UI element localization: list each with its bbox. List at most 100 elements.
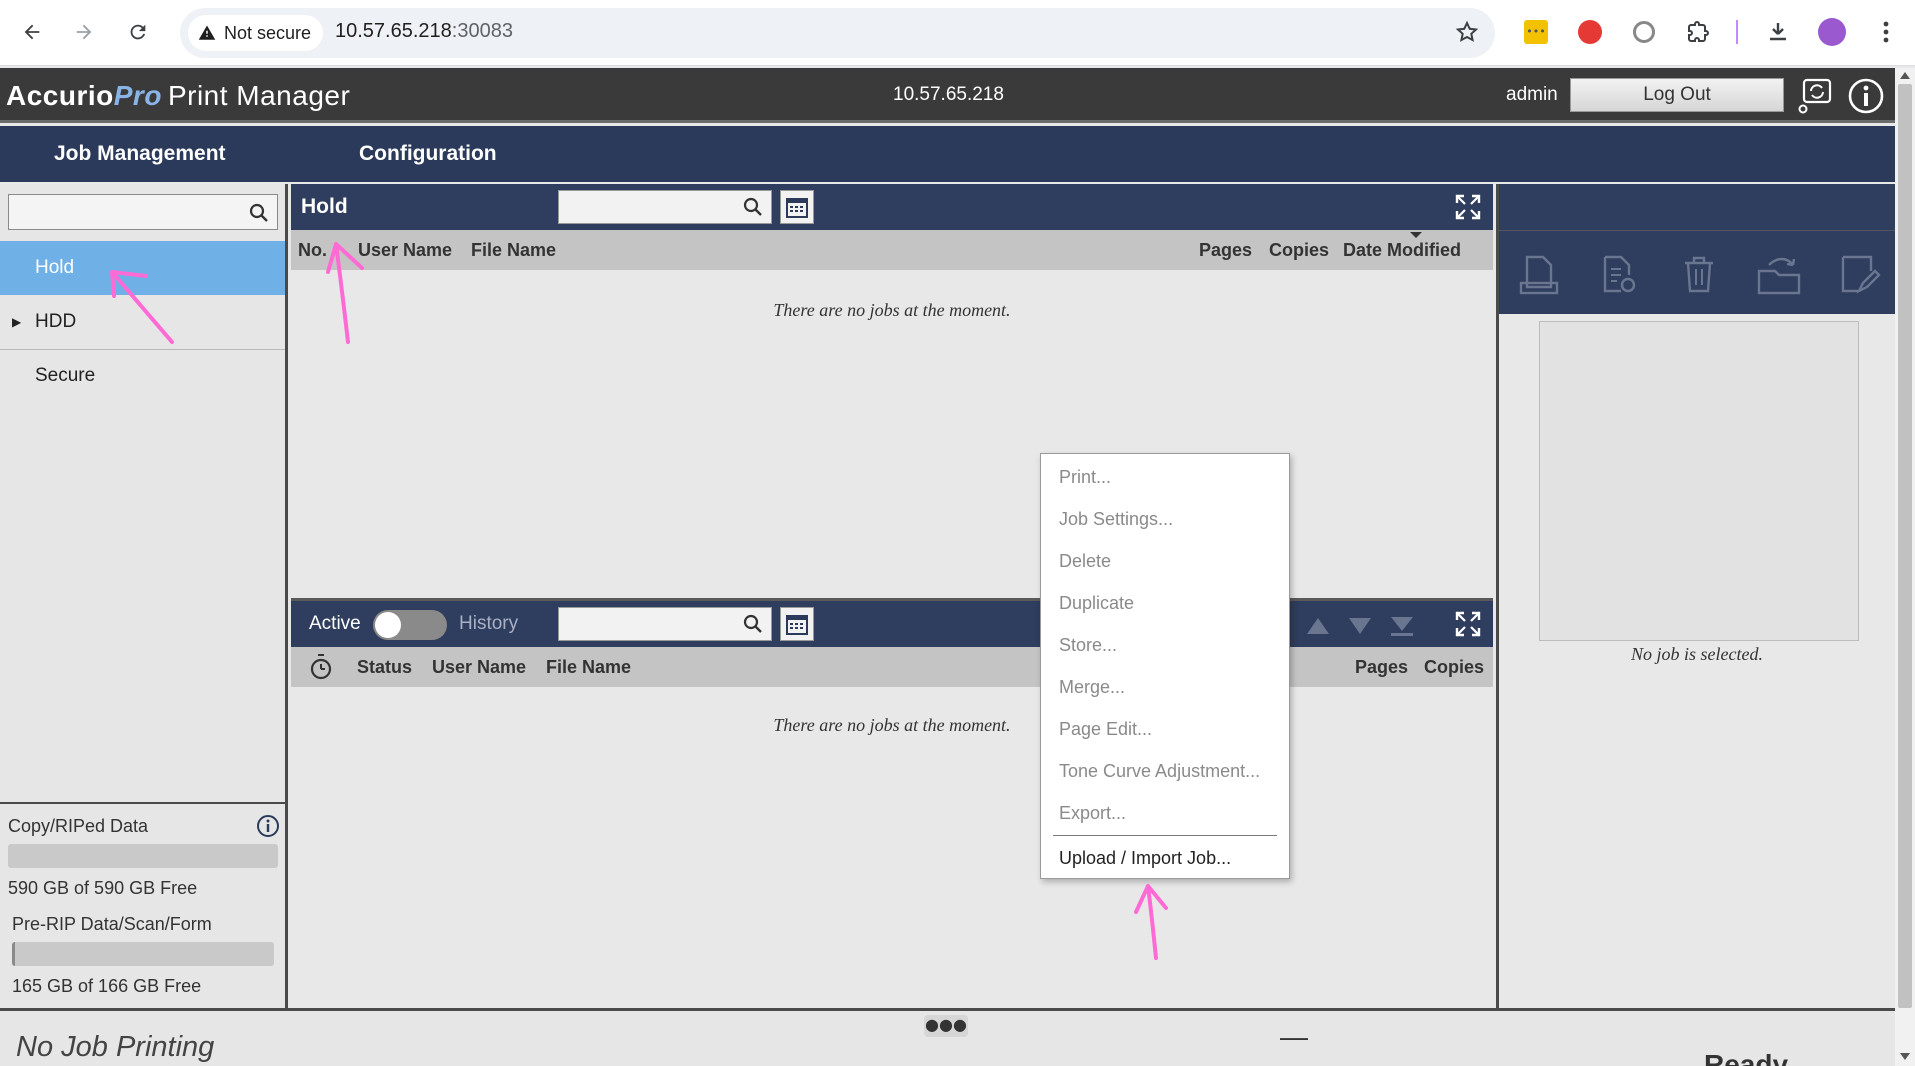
nav-configuration[interactable]: Configuration: [359, 142, 497, 166]
search-icon[interactable]: [743, 614, 763, 638]
col-copies[interactable]: Copies: [1424, 657, 1484, 678]
download-icon[interactable]: [1762, 16, 1794, 48]
menu-item-duplicate[interactable]: Duplicate: [1059, 593, 1134, 614]
active-column-header: Status User Name File Name Pages Copies: [291, 647, 1493, 687]
search-icon[interactable]: [743, 197, 763, 221]
active-search-input[interactable]: [558, 607, 772, 641]
col-file-name[interactable]: File Name: [546, 657, 631, 678]
job-toolbar: [1499, 230, 1895, 314]
menu-item-tone-curve[interactable]: Tone Curve Adjustment...: [1059, 761, 1260, 782]
col-no[interactable]: No.: [298, 240, 327, 261]
menu-item-delete[interactable]: Delete: [1059, 551, 1111, 572]
expand-arrow-icon[interactable]: ▶: [12, 315, 21, 329]
calendar-icon[interactable]: [780, 190, 814, 224]
address-bar[interactable]: Not secure 10.57.65.218:30083: [180, 8, 1495, 58]
main-nav: Job Management Configuration: [0, 126, 1895, 182]
extension-tomato-icon[interactable]: [1574, 16, 1606, 48]
storage-panel: Copy/RIPed Data 590 GB of 590 GB Free Pr…: [0, 802, 285, 1008]
sidebar-item-secure[interactable]: Secure: [0, 349, 285, 403]
move-down-icon[interactable]: [1345, 613, 1375, 639]
menu-item-page-edit[interactable]: Page Edit...: [1059, 719, 1152, 740]
hold-search-input[interactable]: [558, 190, 772, 224]
active-label: Active: [309, 613, 361, 634]
menu-separator: [1053, 835, 1277, 836]
job-settings-icon[interactable]: [1595, 251, 1643, 299]
storage-label-copy: Copy/RIPed Data: [8, 816, 149, 836]
col-copies[interactable]: Copies: [1269, 240, 1329, 261]
calendar-icon[interactable]: [780, 607, 814, 641]
browser-menu-icon[interactable]: [1870, 16, 1902, 48]
scroll-up-icon[interactable]: [1900, 72, 1910, 79]
context-menu: Print... Job Settings... Delete Duplicat…: [1040, 453, 1290, 879]
document-icon[interactable]: [1515, 251, 1563, 299]
menu-item-print[interactable]: Print...: [1059, 467, 1111, 488]
move-up-icon[interactable]: [1303, 613, 1333, 639]
scroll-down-icon[interactable]: [1900, 1053, 1910, 1060]
col-file-name[interactable]: File Name: [471, 240, 556, 261]
reload-icon[interactable]: [120, 14, 156, 50]
hold-panel-header: Hold: [291, 184, 1493, 230]
maximize-icon[interactable]: [1451, 607, 1485, 641]
logout-button[interactable]: Log Out: [1570, 78, 1784, 112]
forward-icon[interactable]: [66, 14, 102, 50]
sidebar-search-input[interactable]: [8, 194, 278, 230]
col-user-name[interactable]: User Name: [432, 657, 526, 678]
history-label: History: [459, 613, 519, 634]
back-icon[interactable]: [14, 14, 50, 50]
edit-document-icon[interactable]: [1835, 251, 1883, 299]
col-pages[interactable]: Pages: [1199, 240, 1252, 261]
menu-item-job-settings[interactable]: Job Settings...: [1059, 509, 1173, 530]
move-bottom-icon[interactable]: [1387, 613, 1417, 639]
app-header: AccurioPro Print Manager 10.57.65.218 adm…: [0, 68, 1895, 123]
bookmark-star-icon[interactable]: [1455, 20, 1479, 48]
col-status[interactable]: Status: [357, 657, 412, 678]
panel-title: Hold: [301, 195, 348, 218]
right-panel-header: [1499, 184, 1895, 230]
maximize-icon[interactable]: [1451, 190, 1485, 224]
empty-message: There are no jobs at the moment.: [773, 300, 1011, 320]
scrollbar-thumb[interactable]: [1898, 84, 1912, 1008]
col-pages[interactable]: Pages: [1355, 657, 1408, 678]
menu-item-store[interactable]: Store...: [1059, 635, 1117, 656]
col-user-name[interactable]: User Name: [358, 240, 452, 261]
menu-item-export[interactable]: Export...: [1059, 803, 1126, 824]
trash-icon[interactable]: [1675, 251, 1723, 299]
extension-grammar-icon[interactable]: [1628, 16, 1660, 48]
storage-bar-prerip: [12, 942, 274, 966]
right-panel: No job is selected.: [1496, 184, 1895, 1008]
hold-column-header: No. User Name File Name Pages Copies Dat…: [291, 230, 1493, 270]
app-logo: AccurioPro Print Manager: [6, 80, 351, 111]
page-scrollbar[interactable]: [1895, 68, 1915, 1066]
sort-desc-icon: [1410, 232, 1422, 238]
security-chip[interactable]: Not secure: [188, 15, 324, 51]
menu-item-merge[interactable]: Merge...: [1059, 677, 1125, 698]
hold-panel: Hold No. User Name File Name Pages Copie…: [291, 184, 1493, 596]
toolbar-divider: [1736, 20, 1738, 44]
active-history-toggle[interactable]: [373, 610, 447, 640]
info-icon[interactable]: [256, 814, 280, 842]
extensions-puzzle-icon[interactable]: [1682, 16, 1714, 48]
profile-avatar[interactable]: [1816, 16, 1848, 48]
timer-icon[interactable]: [309, 653, 333, 685]
move-folder-icon[interactable]: [1755, 251, 1803, 299]
left-sidebar: Hold ▶ HDD Secure Copy/RIPed Data 590 GB…: [0, 184, 288, 1008]
nav-job-management[interactable]: Job Management: [54, 142, 226, 166]
resize-handle[interactable]: ●●●: [924, 1015, 968, 1037]
search-icon[interactable]: [249, 203, 269, 227]
empty-message: There are no jobs at the moment.: [773, 715, 1011, 735]
no-job-message: No job is selected.: [1631, 644, 1763, 664]
sidebar-item-hold[interactable]: Hold: [0, 241, 285, 295]
info-icon[interactable]: [1846, 76, 1886, 116]
status-dash: —: [1280, 1021, 1308, 1052]
menu-item-upload-import[interactable]: Upload / Import Job...: [1059, 848, 1231, 869]
sync-icon[interactable]: [1795, 76, 1835, 116]
status-bar: No Job Printing ●●● — Ready: [0, 1008, 1895, 1066]
extension-notes-icon[interactable]: •••: [1520, 16, 1552, 48]
sidebar-item-hdd[interactable]: ▶ HDD: [0, 295, 285, 349]
security-label: Not secure: [224, 22, 312, 43]
job-preview: [1539, 321, 1859, 641]
col-date-modified[interactable]: Date Modified: [1343, 240, 1461, 261]
active-panel: Active History Status User Name File Nam…: [291, 598, 1493, 1008]
url-text[interactable]: 10.57.65.218:30083: [335, 20, 513, 43]
storage-free-copy: 590 GB of 590 GB Free: [8, 878, 198, 898]
